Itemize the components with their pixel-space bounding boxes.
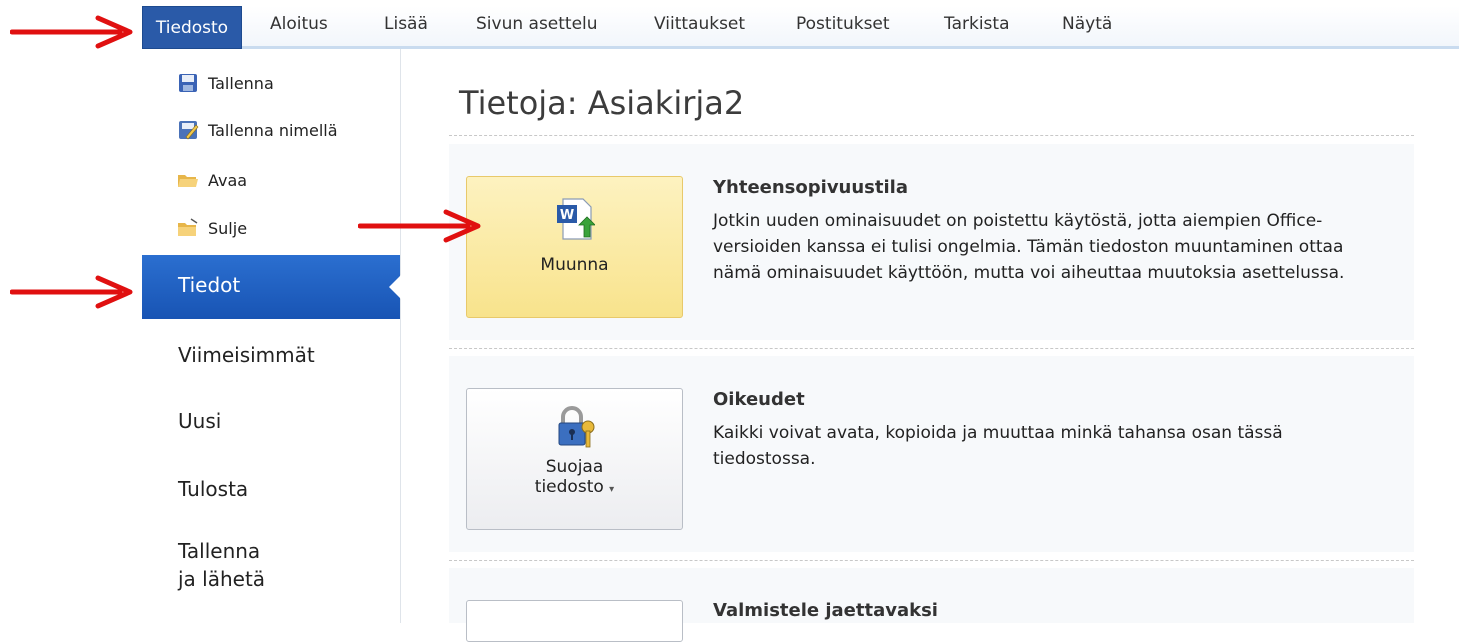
arrow-annotation <box>358 209 481 243</box>
save-icon <box>179 74 197 92</box>
save-as-command[interactable]: Tallenna nimellä <box>177 116 338 144</box>
tab-tarkista[interactable]: Tarkista <box>944 14 1010 34</box>
tab-sivun-asettelu[interactable]: Sivun asettelu <box>476 14 598 34</box>
tab-tiedosto[interactable]: Tiedosto <box>142 6 242 49</box>
save-label: Tallenna <box>208 73 274 93</box>
tab-nayta[interactable]: Näytä <box>1062 14 1112 34</box>
save-as-icon <box>179 121 199 140</box>
save-as-label: Tallenna nimellä <box>208 120 338 140</box>
protect-label-line2: tiedosto ▾ <box>534 477 615 497</box>
tab-viittaukset[interactable]: Viittaukset <box>654 14 745 34</box>
svg-text:W: W <box>559 208 573 223</box>
active-notch <box>389 275 401 299</box>
divider <box>449 560 1414 561</box>
nav-label-line1: Tallenna <box>178 539 261 563</box>
divider <box>449 135 1414 136</box>
permissions-text: Kaikki voivat avata, kopioida ja muuttaa… <box>713 423 1283 469</box>
backstage-sidebar: Tallenna Tallenna nimellä Avaa Sulje Tie… <box>142 49 401 623</box>
open-folder-icon <box>178 175 198 187</box>
sidebar-item-viimeisimmat[interactable]: Viimeisimmät <box>178 341 315 369</box>
convert-button-label: Muunna <box>540 255 609 275</box>
open-label: Avaa <box>208 170 248 190</box>
sidebar-item-tulosta[interactable]: Tulosta <box>178 475 248 503</box>
close-label: Sulje <box>208 218 248 238</box>
tab-postitukset[interactable]: Postitukset <box>796 14 890 34</box>
convert-button[interactable]: W Muunna <box>466 176 683 318</box>
nav-label-line2: ja lähetä <box>178 567 266 591</box>
compatibility-title: Yhteensopivuustila <box>713 177 908 198</box>
convert-document-icon: W <box>556 198 595 240</box>
close-command[interactable]: Sulje <box>177 214 247 242</box>
sidebar-item-uusi[interactable]: Uusi <box>178 407 221 435</box>
arrow-annotation <box>10 15 133 49</box>
protect-label-line1: Suojaa <box>545 457 604 477</box>
tab-aloitus[interactable]: Aloitus <box>270 14 328 34</box>
close-folder-icon <box>178 218 198 236</box>
sidebar-item-tiedot-label: Tiedot <box>178 273 241 297</box>
sidebar-item-tallenna-ja-laheta[interactable]: Tallenna ja lähetä <box>178 537 265 593</box>
dropdown-arrow-icon: ▾ <box>609 484 615 495</box>
lock-key-icon <box>558 406 594 448</box>
arrow-annotation <box>10 275 133 309</box>
divider <box>449 348 1414 349</box>
save-command[interactable]: Tallenna <box>177 69 274 97</box>
sidebar-item-tiedot[interactable]: Tiedot <box>142 255 401 319</box>
permissions-title: Oikeudet <box>713 389 805 410</box>
check-for-issues-button[interactable] <box>466 600 683 642</box>
prepare-title: Valmistele jaettavaksi <box>713 600 938 621</box>
compatibility-text: Jotkin uuden ominaisuudet on poistettu k… <box>713 211 1345 283</box>
ribbon-tab-bar: Tiedosto Aloitus Lisää Sivun asettelu Vi… <box>142 6 1459 49</box>
tab-lisaa[interactable]: Lisää <box>384 14 428 34</box>
protect-document-button[interactable]: Suojaa tiedosto ▾ <box>466 388 683 530</box>
open-command[interactable]: Avaa <box>177 166 247 194</box>
page-title: Tietoja: Asiakirja2 <box>459 84 745 122</box>
